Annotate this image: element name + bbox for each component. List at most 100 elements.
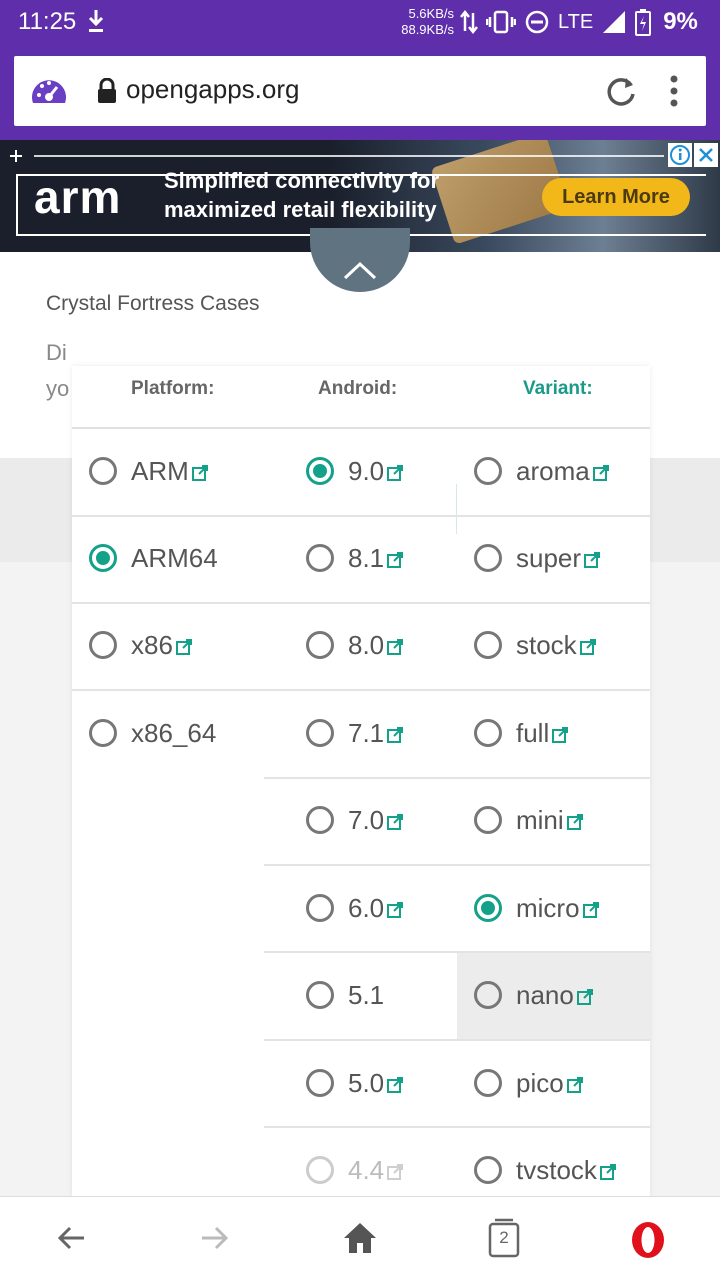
android-option-9-0[interactable]: 9.0 [306,451,404,491]
radio-button[interactable] [474,894,502,922]
radio-button[interactable] [474,544,502,572]
radio-button[interactable] [474,1156,502,1184]
signal-icon [603,11,626,33]
option-label: full [516,717,550,748]
option-label: 5.1 [348,979,385,1010]
external-link-icon[interactable] [576,988,594,1006]
row-divider [72,515,650,517]
variant-option-pico[interactable]: pico [474,1063,584,1103]
external-link-icon [387,1164,404,1180]
external-link-icon[interactable] [386,1076,404,1094]
radio-button[interactable] [89,719,117,747]
external-link-icon[interactable] [386,638,404,656]
radio-button[interactable] [89,544,117,572]
variant-option-full[interactable]: full [474,713,569,753]
data-transfer-icon [460,9,478,35]
network-type: LTE [558,10,594,33]
option-label: ARM64 [131,542,218,573]
url-text[interactable]: opengapps.org [126,74,299,105]
browser-toolbar: opengapps.org [0,44,720,140]
ad-close-icon[interactable] [694,143,718,167]
external-link-icon[interactable] [599,1163,617,1181]
radio-button[interactable] [306,806,334,834]
radio-button[interactable] [474,719,502,747]
home-icon[interactable] [342,1220,378,1256]
ad-plus-icon [10,150,22,162]
card-description: Di [46,340,67,365]
external-link-icon[interactable] [386,726,404,744]
ad-learn-more-button[interactable]: Learn More [542,178,690,216]
option-label: 8.0 [348,629,385,660]
variant-option-aroma[interactable]: aroma [474,451,610,491]
menu-icon[interactable] [664,74,684,108]
radio-button[interactable] [306,631,334,659]
row-divider [72,602,650,604]
radio-button[interactable] [474,981,502,1009]
variant-option-mini[interactable]: mini [474,800,584,840]
radio-button[interactable] [89,631,117,659]
android-option-5-1[interactable]: 5.1 [306,975,384,1015]
external-link-icon[interactable] [582,901,600,919]
platform-option-x86-64[interactable]: x86_64 [89,713,216,753]
option-label: x86 [131,629,173,660]
back-arrow-icon[interactable] [56,1222,88,1254]
forward-arrow-icon[interactable] [198,1222,230,1254]
radio-button[interactable] [474,806,502,834]
radio-button[interactable] [306,981,334,1009]
option-label: aroma [516,455,590,486]
external-link-icon[interactable] [551,726,569,744]
android-option-7-1[interactable]: 7.1 [306,713,404,753]
variant-option-tvstock[interactable]: tvstock [474,1150,617,1190]
platform-option-x86[interactable]: x86 [89,625,193,665]
ad-headline-2: maximized retail flexibility [164,197,437,222]
option-label: 7.1 [348,717,385,748]
ad-info-icon[interactable] [668,143,692,167]
radio-button[interactable] [306,457,334,485]
external-link-icon[interactable] [579,638,597,656]
option-label: 8.1 [348,542,385,573]
android-option-7-0[interactable]: 7.0 [306,800,404,840]
external-link-icon[interactable] [566,1076,584,1094]
reload-icon[interactable] [604,74,638,108]
vibrate-icon [486,10,516,34]
status-bar: 11:25 5.6KB/s 88.9KB/s LTE 9% [0,0,720,44]
download-icon [88,10,104,32]
radio-button[interactable] [306,544,334,572]
external-link-icon[interactable] [386,901,404,919]
external-link-icon[interactable] [386,464,404,482]
platform-option-arm[interactable]: ARM [89,451,209,491]
option-label: tvstock [516,1154,597,1185]
radio-button[interactable] [306,719,334,747]
platform-option-arm64[interactable]: ARM64 [89,538,218,578]
tab-count: 2 [499,1228,509,1247]
radio-button[interactable] [474,1069,502,1097]
address-bar[interactable]: opengapps.org [14,56,706,126]
variant-option-stock[interactable]: stock [474,625,597,665]
radio-button[interactable] [306,894,334,922]
status-time: 11:25 [18,8,77,35]
variant-option-super[interactable]: super [474,538,601,578]
android-option-8-0[interactable]: 8.0 [306,625,404,665]
chevron-up-icon[interactable] [342,258,378,282]
option-label: nano [516,979,574,1010]
external-link-icon[interactable] [592,464,610,482]
variant-option-nano[interactable]: nano [474,975,594,1015]
variant-option-micro[interactable]: micro [474,888,600,928]
radio-button[interactable] [306,1069,334,1097]
android-option-5-0[interactable]: 5.0 [306,1063,404,1103]
speed-dial-icon[interactable] [30,73,68,111]
radio-button[interactable] [89,457,117,485]
external-link-icon[interactable] [175,638,193,656]
opera-menu-icon[interactable] [630,1220,666,1260]
external-link-icon[interactable] [386,551,404,569]
external-link-icon[interactable] [386,813,404,831]
external-link-icon[interactable] [566,813,584,831]
external-link-icon[interactable] [583,551,601,569]
card-description-2: yo [46,376,70,401]
android-option-6-0[interactable]: 6.0 [306,888,404,928]
radio-button[interactable] [474,631,502,659]
radio-button[interactable] [474,457,502,485]
option-label: micro [516,892,580,923]
external-link-icon[interactable] [191,464,209,482]
android-option-8-1[interactable]: 8.1 [306,538,404,578]
